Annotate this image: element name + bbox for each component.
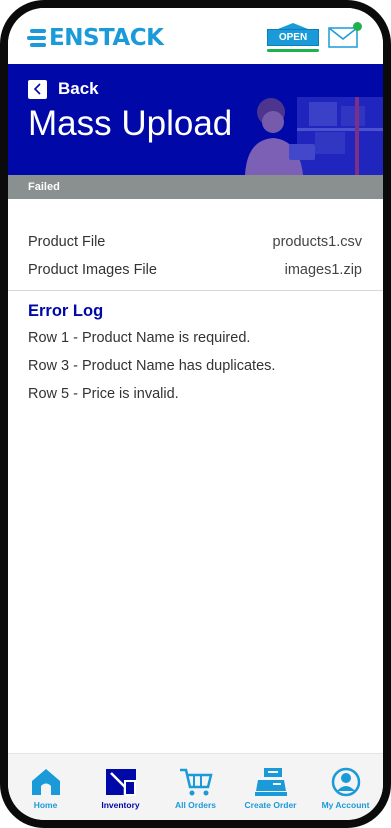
page-header: Back Mass Upload xyxy=(8,64,383,175)
file-value: images1.zip xyxy=(284,262,362,278)
nav-label: Inventory xyxy=(101,800,140,810)
back-button[interactable]: Back xyxy=(28,79,99,99)
error-log-section: Error Log Row 1 - Product Name is requir… xyxy=(28,302,362,408)
open-status-underline xyxy=(267,49,319,52)
nav-inventory[interactable]: Inventory xyxy=(83,754,158,820)
nav-home[interactable]: Home xyxy=(8,754,83,820)
home-icon xyxy=(31,769,60,795)
uploaded-files-section: Product File products1.csv Product Image… xyxy=(8,199,383,291)
cart-icon xyxy=(179,768,213,796)
nav-label: All Orders xyxy=(174,800,217,810)
file-value: products1.csv xyxy=(272,234,362,250)
nav-my-account[interactable]: My Account xyxy=(308,754,383,820)
messages-button[interactable] xyxy=(328,22,362,48)
file-row-images: Product Images File images1.zip xyxy=(28,262,362,282)
logo-mark-icon xyxy=(27,27,47,49)
file-label: Product Images File xyxy=(28,262,157,278)
page-title: Mass Upload xyxy=(28,104,233,143)
open-label: OPEN xyxy=(267,29,319,46)
register-icon xyxy=(254,768,287,796)
back-label: Back xyxy=(58,79,99,98)
warehouse-worker-illustration xyxy=(245,97,383,175)
upload-status-bar: Failed xyxy=(8,175,383,199)
store-open-toggle[interactable]: OPEN xyxy=(267,23,319,53)
bottom-navigation: Home Inventory All Orders Create Order M… xyxy=(8,753,383,820)
error-log-title: Error Log xyxy=(28,302,104,320)
logo-text: ENSTACK xyxy=(49,25,164,51)
error-log-item: Row 3 - Product Name has duplicates. xyxy=(28,358,276,374)
top-bar: ENSTACK OPEN xyxy=(8,8,383,64)
status-badge: Failed xyxy=(28,181,60,193)
nav-label: My Account xyxy=(321,800,370,810)
error-log-item: Row 5 - Price is invalid. xyxy=(28,386,179,402)
account-icon xyxy=(331,767,360,797)
nav-create-order[interactable]: Create Order xyxy=(233,754,308,820)
nav-all-orders[interactable]: All Orders xyxy=(158,754,233,820)
inventory-icon xyxy=(105,769,136,796)
file-label: Product File xyxy=(28,234,106,250)
nav-label: Create Order xyxy=(244,800,297,810)
envelope-icon xyxy=(328,27,358,48)
enstack-logo[interactable]: ENSTACK xyxy=(27,24,164,52)
unread-indicator xyxy=(353,22,362,31)
device-frame: ENSTACK OPEN Back Mass Upload Failed Pro… xyxy=(0,0,391,828)
file-row-product: Product File products1.csv xyxy=(28,234,362,254)
app-screen: ENSTACK OPEN Back Mass Upload Failed Pro… xyxy=(8,8,383,820)
error-log-item: Row 1 - Product Name is required. xyxy=(28,330,251,346)
nav-label: Home xyxy=(33,800,58,810)
back-arrow-icon xyxy=(28,79,47,99)
